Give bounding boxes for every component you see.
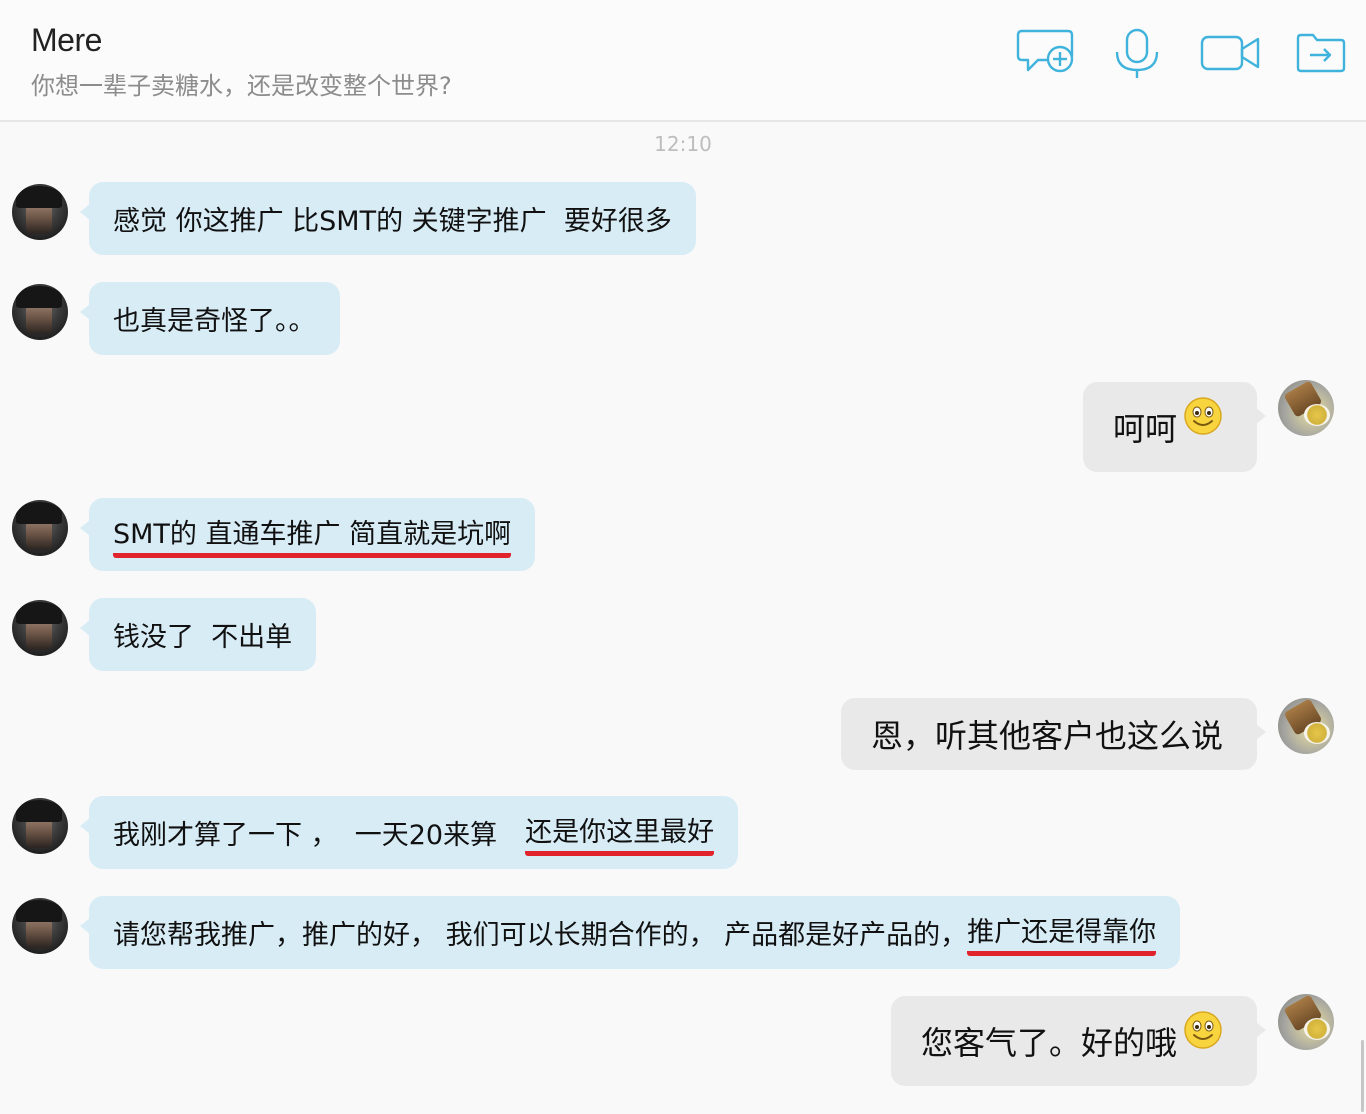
message-text: 呵呵 [1112,410,1177,448]
message-bubble[interactable]: 也真是奇怪了。。 [80,282,340,355]
my-avatar[interactable] [1278,698,1334,754]
message-bubble[interactable]: 钱没了 不出单 [79,598,317,671]
message-text-highlighted: 推广还是得靠你 [967,910,1157,956]
message-text: 感觉 你这推广 比SMT的 关键字推广 要好很多 [113,206,672,237]
message-bubble[interactable]: 您客气了。好的哦 [890,996,1267,1086]
my-avatar[interactable] [1278,380,1334,436]
new-chat-icon[interactable] [1016,28,1076,76]
contact-status: 你想一辈子卖糖水，还是改变整个世界? [31,72,452,100]
message-text-highlighted: 还是你这里最好 [525,810,715,856]
message-bubble[interactable]: SMT的 直通车推广 简直就是坑啊 [79,498,536,571]
chat-header: Mere 你想一辈子卖糖水，还是改变整个世界? [0,0,1366,122]
contact-avatar[interactable] [12,600,68,656]
message-bubble[interactable]: 恩，听其他客户也这么说 [840,698,1267,770]
share-icon[interactable] [1296,32,1348,74]
scrollbar-thumb[interactable] [1361,1040,1364,1112]
message-text: 您客气了。好的哦 [920,1024,1177,1062]
contact-avatar[interactable] [12,898,68,954]
message-text: 请您帮我推广，推广的好， 我们可以长期合作的， 产品都是好产品的， [113,920,968,951]
message-bubble[interactable]: 呵呵 [1082,382,1267,472]
message-text: 恩，听其他客户也这么说 [870,717,1223,755]
message-list[interactable]: 12:10 感觉 你这推广 比SMT的 关键字推广 要好很多 也真是奇怪了。。 … [0,124,1366,1114]
message-bubble[interactable]: 请您帮我推广，推广的好， 我们可以长期合作的， 产品都是好产品的， 推广还是得靠… [79,896,1181,969]
message-text: 钱没了 不出单 [113,622,293,653]
contact-avatar[interactable] [12,500,68,556]
contact-avatar[interactable] [12,798,68,854]
message-text: 我刚才算了一下 ， 一天20来算 [113,820,498,851]
contact-avatar[interactable] [12,284,68,340]
message-timestamp: 12:10 [654,132,712,156]
smiley-emoji-icon [1183,1010,1223,1058]
my-avatar[interactable] [1278,994,1334,1050]
message-text: SMT的 直通车推广 简直就是坑啊 [113,512,512,558]
message-text: 也真是奇怪了。。 [113,306,316,337]
contact-avatar[interactable] [12,184,68,240]
message-bubble[interactable]: 感觉 你这推广 比SMT的 关键字推广 要好很多 [80,182,696,255]
contact-name[interactable]: Mere [31,22,102,59]
message-bubble[interactable]: 我刚才算了一下 ， 一天20来算 还是你这里最好 [79,796,739,869]
microphone-icon[interactable] [1113,28,1163,80]
smiley-emoji-icon [1183,396,1223,444]
video-camera-icon[interactable] [1200,34,1262,74]
